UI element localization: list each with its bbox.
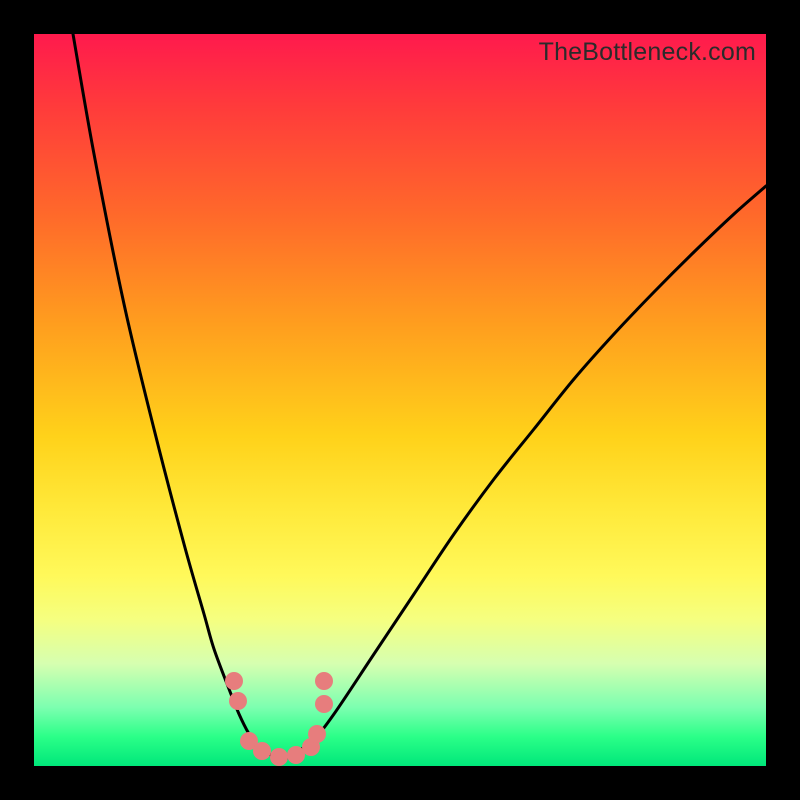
curve-marker bbox=[315, 672, 333, 690]
curve-marker bbox=[270, 748, 288, 766]
curve-marker bbox=[308, 725, 326, 743]
chart-svg bbox=[34, 34, 766, 766]
curve-marker bbox=[225, 672, 243, 690]
curve-marker bbox=[229, 692, 247, 710]
curve-marker bbox=[315, 695, 333, 713]
chart-frame: TheBottleneck.com bbox=[0, 0, 800, 800]
watermark-label: TheBottleneck.com bbox=[539, 38, 756, 67]
plot-area: TheBottleneck.com bbox=[34, 34, 766, 766]
curve-marker bbox=[253, 742, 271, 760]
bottleneck-curve bbox=[73, 34, 766, 759]
